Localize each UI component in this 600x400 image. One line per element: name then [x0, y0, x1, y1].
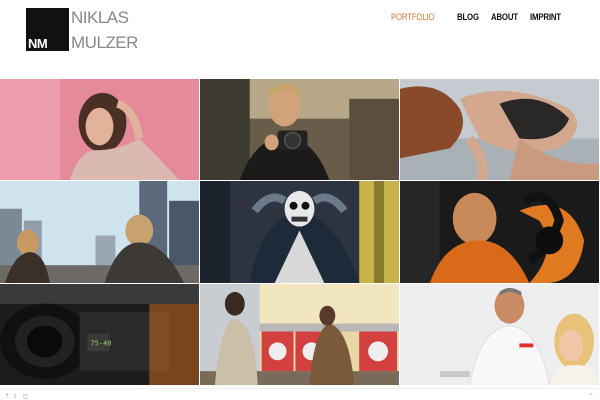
svg-text:75-40: 75-40 — [91, 339, 112, 347]
portfolio-tile-woman-pink[interactable] — [0, 79, 200, 181]
portfolio-tile-bald-man[interactable] — [400, 181, 600, 284]
portfolio-tile-woman-lying[interactable] — [400, 79, 600, 181]
photo-city-people — [0, 181, 199, 283]
portfolio-tile-skull-mask[interactable] — [200, 181, 400, 284]
photo-woman-pink — [0, 79, 199, 180]
nav-about[interactable]: ABOUT — [491, 12, 518, 24]
nav-portfolio[interactable]: PORTFOLIO — [391, 12, 435, 24]
photo-dentist — [400, 284, 599, 385]
photo-bald-man — [400, 181, 599, 283]
site-header: NM NIKLAS MULZER PORTFOLIO BLOG ABOUT IM… — [0, 0, 600, 79]
instagram-icon[interactable]: ◫ — [22, 393, 28, 400]
site-logo[interactable]: NM NIKLAS MULZER — [26, 8, 138, 54]
photo-skull-mask — [200, 181, 399, 283]
nav-imprint[interactable]: IMPRINT — [530, 12, 561, 24]
portfolio-tile-laundromat[interactable] — [200, 284, 400, 386]
photo-laundromat — [200, 284, 399, 385]
photo-man-camera — [200, 79, 399, 180]
logo-monogram: NM — [28, 36, 48, 51]
facebook-icon[interactable]: f — [6, 393, 8, 400]
nav-blog[interactable]: BLOG — [457, 12, 479, 24]
photo-woman-lying — [400, 79, 599, 180]
logo-mark: NM — [26, 8, 69, 51]
portfolio-tile-man-camera[interactable] — [200, 79, 400, 181]
portfolio-tile-dentist[interactable] — [400, 284, 600, 386]
back-to-top-icon[interactable]: ⌃ — [588, 392, 594, 400]
social-links: f t ◫ — [6, 393, 28, 400]
portfolio-tile-cinema-camera[interactable]: 75-40 — [0, 284, 200, 386]
logo-first-name: NIKLAS — [71, 8, 129, 27]
portfolio-grid: 75-40 — [0, 79, 600, 386]
photo-cinema-camera: 75-40 — [0, 284, 199, 385]
main-navigation: PORTFOLIO BLOG ABOUT IMPRINT — [391, 12, 568, 24]
site-footer: f t ◫ ⌃ — [0, 388, 600, 400]
portfolio-tile-city[interactable] — [0, 181, 200, 284]
twitter-icon[interactable]: t — [14, 393, 16, 400]
logo-last-name: MULZER — [71, 33, 138, 52]
